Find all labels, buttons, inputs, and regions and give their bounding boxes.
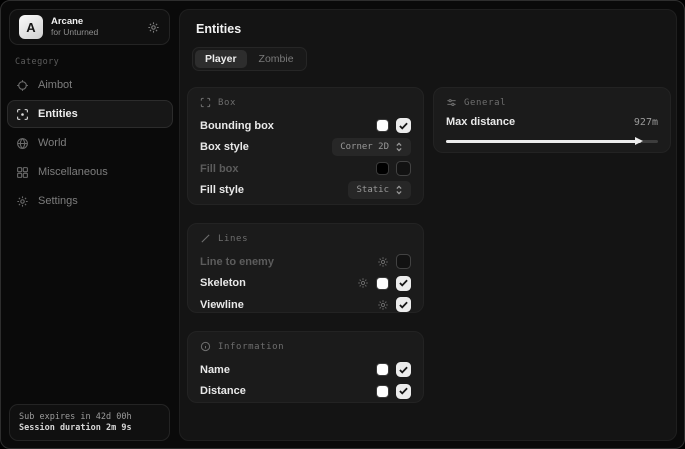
sidebar-item-aimbot[interactable]: Aimbot (7, 71, 173, 99)
sidebar-item-label: World (38, 137, 67, 149)
box-panel: Box Bounding box Box style (187, 87, 424, 205)
setting-row-skeleton: Skeleton (200, 273, 411, 295)
entity-tabs: Player Zombie (192, 47, 307, 71)
sidebar-item-label: Miscellaneous (38, 166, 108, 178)
panel-title: General (464, 98, 506, 108)
checkbox[interactable] (396, 362, 411, 377)
setting-label: Fill style (200, 184, 244, 196)
chevron-up-down-icon (395, 142, 403, 152)
brand-card: A Arcane for Unturned (9, 9, 170, 45)
color-swatch[interactable] (376, 162, 389, 175)
grid-icon (16, 166, 29, 179)
subscription-card: Sub expires in 42d 00h Session duration … (9, 404, 170, 441)
gear-icon[interactable] (357, 277, 369, 289)
max-distance-value: 927m (634, 117, 658, 128)
max-distance-label: Max distance (446, 116, 515, 128)
sidebar: A Arcane for Unturned Category A (1, 1, 179, 448)
panel-title: Lines (218, 234, 248, 244)
crosshair-icon (16, 79, 29, 92)
gear-icon[interactable] (377, 299, 389, 311)
tab-player[interactable]: Player (195, 50, 247, 68)
brand-title: Arcane (51, 17, 139, 28)
info-icon (200, 341, 211, 352)
panel-title: Box (218, 98, 236, 108)
slider-fill (446, 140, 641, 143)
scan-icon (16, 108, 29, 121)
sidebar-item-label: Entities (38, 108, 78, 120)
brand-subtitle: for Unturned (51, 28, 139, 38)
lines-panel: Lines Line to enemy (187, 223, 424, 313)
category-label: Category (15, 57, 59, 67)
setting-label: Viewline (200, 299, 244, 311)
app-window: A Arcane for Unturned Category A (0, 0, 685, 449)
checkbox[interactable] (396, 276, 411, 291)
checkbox[interactable] (396, 161, 411, 176)
color-swatch[interactable] (376, 385, 389, 398)
setting-row-bounding-box: Bounding box (200, 115, 411, 137)
sidebar-item-label: Settings (38, 195, 78, 207)
setting-row-distance: Distance (200, 381, 411, 403)
color-swatch[interactable] (376, 119, 389, 132)
checkbox[interactable] (396, 384, 411, 399)
setting-label: Line to enemy (200, 256, 274, 268)
fill-style-select[interactable]: Static (348, 181, 411, 199)
color-swatch[interactable] (376, 277, 389, 290)
color-swatch[interactable] (376, 363, 389, 376)
globe-icon (16, 137, 29, 150)
setting-label: Bounding box (200, 120, 274, 132)
sidebar-item-settings[interactable]: Settings (7, 187, 173, 215)
box-style-select[interactable]: Corner 2D (332, 138, 411, 156)
setting-row-name: Name (200, 359, 411, 381)
gear-icon (16, 195, 29, 208)
max-distance-slider[interactable] (446, 137, 658, 145)
setting-row-line-to-enemy: Line to enemy (200, 251, 411, 273)
gear-icon[interactable] (377, 256, 389, 268)
panel-title: Information (218, 342, 284, 352)
setting-label: Distance (200, 385, 246, 397)
checkbox[interactable] (396, 254, 411, 269)
main-panel: Entities Player Zombie Box Bounding box (179, 9, 677, 441)
setting-row-box-style: Box style Corner 2D (200, 137, 411, 159)
sidebar-nav: Aimbot Entities World (7, 71, 173, 215)
setting-label: Box style (200, 141, 249, 153)
brand-logo: A (19, 15, 43, 39)
chevron-up-down-icon (395, 185, 403, 195)
setting-label: Fill box (200, 163, 239, 175)
information-panel: Information Name Distance (187, 331, 424, 403)
slider-thumb[interactable] (635, 137, 643, 145)
general-panel: General Max distance 927m (433, 87, 671, 153)
sliders-icon (446, 97, 457, 108)
setting-row-fill-box: Fill box (200, 158, 411, 180)
sub-expiry-text: Sub expires in 42d 00h (19, 412, 160, 422)
setting-row-viewline: Viewline (200, 294, 411, 316)
checkbox[interactable] (396, 297, 411, 312)
diagonal-line-icon (200, 233, 211, 244)
page-title: Entities (196, 22, 241, 36)
sidebar-item-entities[interactable]: Entities (7, 100, 173, 128)
sidebar-item-world[interactable]: World (7, 129, 173, 157)
tab-zombie[interactable]: Zombie (249, 50, 304, 68)
session-duration-text: Session duration 2m 9s (19, 423, 160, 433)
gear-icon[interactable] (147, 21, 160, 34)
setting-row-fill-style: Fill style Static (200, 180, 411, 202)
sidebar-item-label: Aimbot (38, 79, 72, 91)
setting-label: Name (200, 364, 230, 376)
box-corners-icon (200, 97, 211, 108)
checkbox[interactable] (396, 118, 411, 133)
sidebar-item-miscellaneous[interactable]: Miscellaneous (7, 158, 173, 186)
setting-label: Skeleton (200, 277, 246, 289)
